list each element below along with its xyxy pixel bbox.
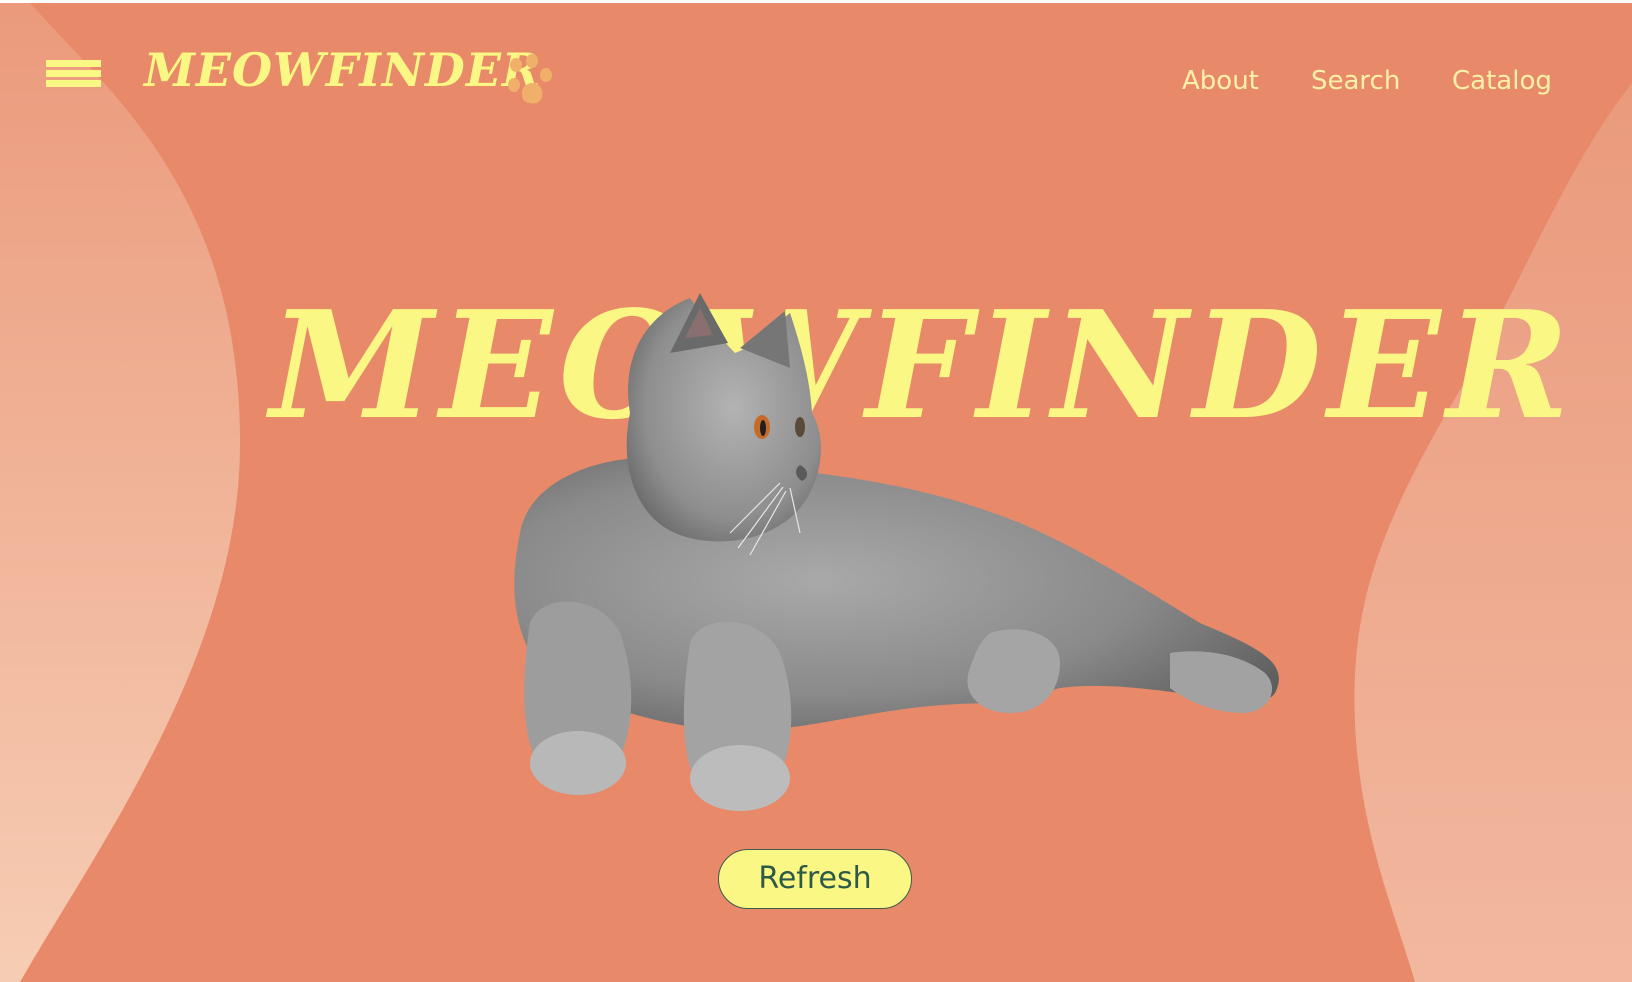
top-nav: About Search Catalog [0,63,1632,103]
nav-link-catalog[interactable]: Catalog [1452,63,1552,99]
nav-link-search[interactable]: Search [1311,63,1400,99]
nav-link-about[interactable]: About [1182,63,1259,99]
cat-image [514,293,1279,811]
left-wave-shape [0,3,240,982]
right-wave-shape [1354,83,1632,982]
page-frame: MEOWFINDER About Search Catalog MEOWFIND… [0,3,1632,982]
refresh-button[interactable]: Refresh [718,849,912,909]
